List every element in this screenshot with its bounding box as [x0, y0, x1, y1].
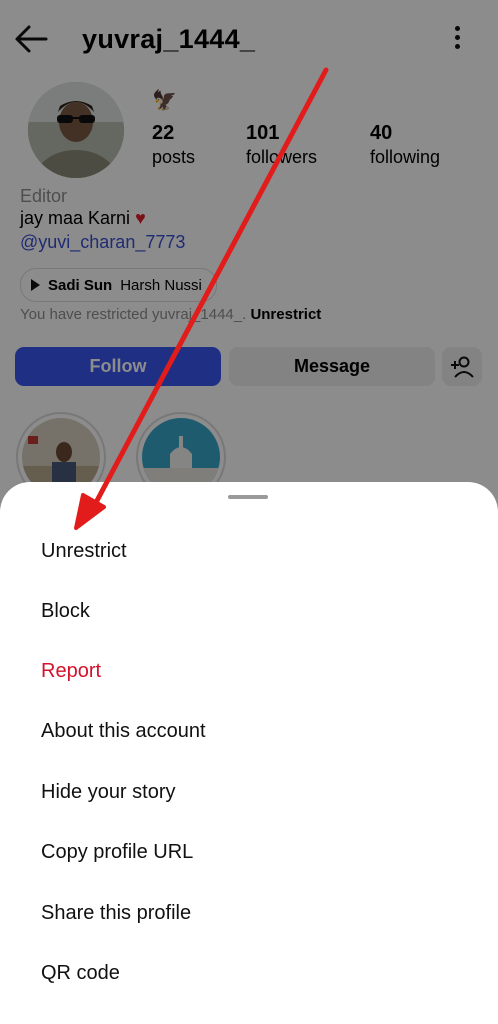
menu-item-report[interactable]: Report	[41, 660, 101, 683]
menu-item-qr-code[interactable]: QR code	[41, 962, 120, 985]
menu-item-copy-profile-url[interactable]: Copy profile URL	[41, 841, 193, 864]
menu-item-block[interactable]: Block	[41, 600, 90, 623]
menu-item-hide-story[interactable]: Hide your story	[41, 781, 176, 804]
menu-item-unrestrict[interactable]: Unrestrict	[41, 540, 127, 563]
sheet-drag-handle[interactable]	[228, 495, 268, 499]
menu-item-about-account[interactable]: About this account	[41, 720, 206, 743]
profile-options-sheet: Unrestrict Block Report About this accou…	[0, 482, 498, 1024]
menu-item-share-profile[interactable]: Share this profile	[41, 902, 191, 925]
profile-page: yuvraj_1444_ 🦅 22 posts 101 followers 40…	[0, 0, 498, 1024]
